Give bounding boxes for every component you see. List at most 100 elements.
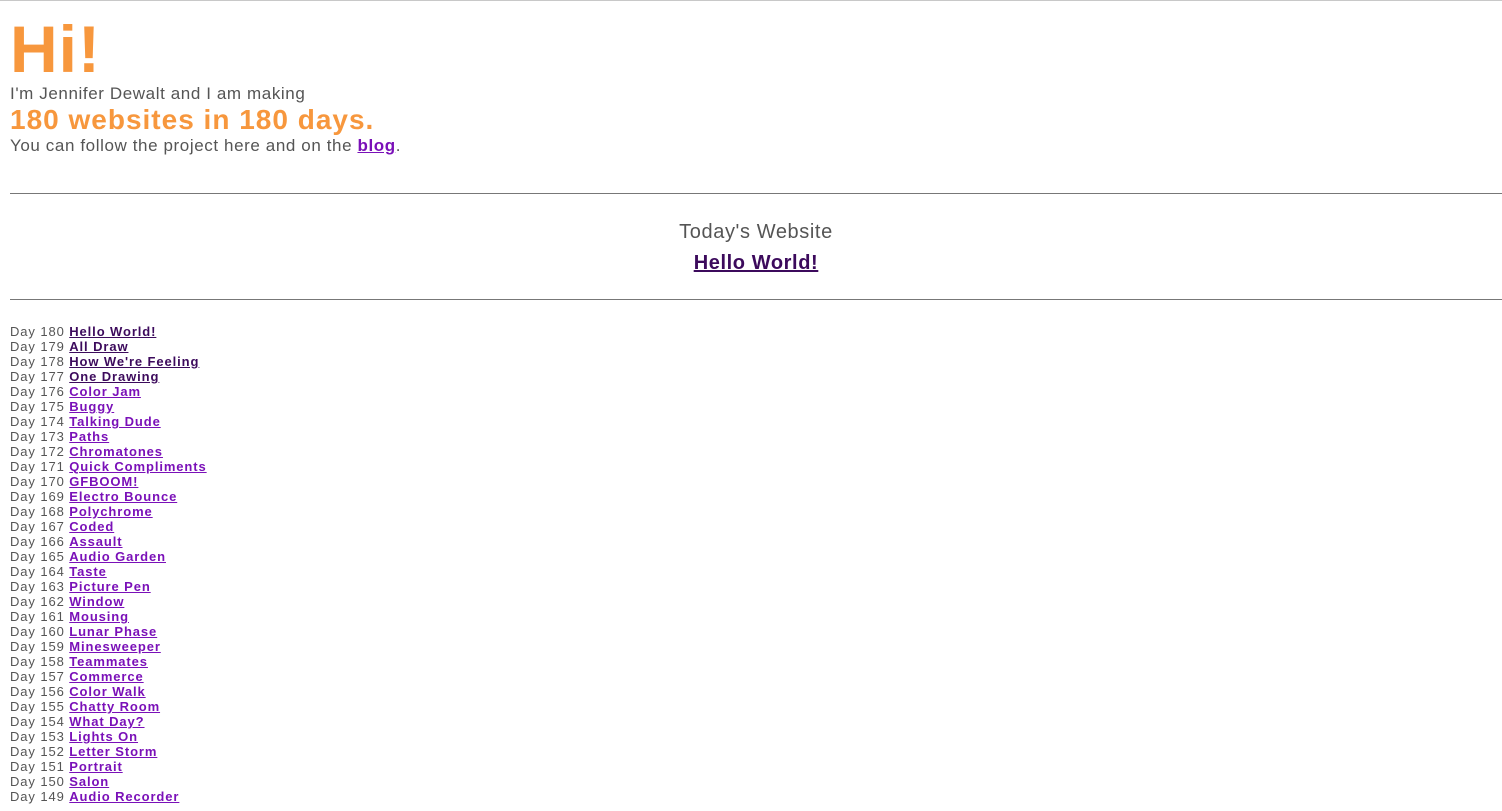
list-item: Day 157 Commerce — [10, 669, 1502, 684]
day-website-link[interactable]: Quick Compliments — [69, 459, 206, 474]
day-number: Day 152 — [10, 744, 65, 759]
day-website-link[interactable]: Chatty Room — [69, 699, 160, 714]
day-website-link[interactable]: Polychrome — [69, 504, 152, 519]
list-item: Day 164 Taste — [10, 564, 1502, 579]
day-number: Day 175 — [10, 399, 65, 414]
day-number: Day 165 — [10, 549, 65, 564]
list-item: Day 171 Quick Compliments — [10, 459, 1502, 474]
day-website-link[interactable]: All Draw — [69, 339, 128, 354]
day-number: Day 158 — [10, 654, 65, 669]
list-item: Day 165 Audio Garden — [10, 549, 1502, 564]
day-website-link[interactable]: One Drawing — [69, 369, 159, 384]
list-item: Day 162 Window — [10, 594, 1502, 609]
day-number: Day 170 — [10, 474, 65, 489]
list-item: Day 163 Picture Pen — [10, 579, 1502, 594]
day-website-link[interactable]: Salon — [69, 774, 109, 789]
day-number: Day 178 — [10, 354, 65, 369]
day-number: Day 161 — [10, 609, 65, 624]
day-number: Day 154 — [10, 714, 65, 729]
day-number: Day 164 — [10, 564, 65, 579]
day-website-link[interactable]: Hello World! — [69, 324, 156, 339]
day-website-link[interactable]: Audio Garden — [69, 549, 166, 564]
list-item: Day 160 Lunar Phase — [10, 624, 1502, 639]
day-number: Day 166 — [10, 534, 65, 549]
day-website-link[interactable]: Taste — [69, 564, 107, 579]
day-website-link[interactable]: Minesweeper — [69, 639, 161, 654]
project-headline: 180 websites in 180 days. — [10, 104, 375, 135]
day-number: Day 179 — [10, 339, 65, 354]
day-number: Day 168 — [10, 504, 65, 519]
list-item: Day 159 Minesweeper — [10, 639, 1502, 654]
day-website-link[interactable]: Lunar Phase — [69, 624, 157, 639]
day-website-link[interactable]: Paths — [69, 429, 109, 444]
day-website-link[interactable]: Teammates — [69, 654, 148, 669]
day-website-link[interactable]: Lights On — [69, 729, 138, 744]
day-number: Day 160 — [10, 624, 65, 639]
day-number: Day 177 — [10, 369, 65, 384]
follow-text: You can follow the project here and on t… — [10, 135, 1502, 157]
day-number: Day 156 — [10, 684, 65, 699]
day-website-link[interactable]: Letter Storm — [69, 744, 157, 759]
day-website-link[interactable]: Color Jam — [69, 384, 141, 399]
day-website-link[interactable]: Color Walk — [69, 684, 145, 699]
day-number: Day 173 — [10, 429, 65, 444]
list-item: Day 177 One Drawing — [10, 369, 1502, 384]
day-number: Day 155 — [10, 699, 65, 714]
list-item: Day 166 Assault — [10, 534, 1502, 549]
list-item: Day 168 Polychrome — [10, 504, 1502, 519]
day-website-link[interactable]: Electro Bounce — [69, 489, 177, 504]
intro-text: I'm Jennifer Dewalt and I am making — [10, 84, 306, 103]
day-website-link[interactable]: Portrait — [69, 759, 122, 774]
day-website-link[interactable]: GFBOOM! — [69, 474, 138, 489]
day-number: Day 157 — [10, 669, 65, 684]
list-item: Day 156 Color Walk — [10, 684, 1502, 699]
list-item: Day 173 Paths — [10, 429, 1502, 444]
day-number: Day 159 — [10, 639, 65, 654]
list-item: Day 172 Chromatones — [10, 444, 1502, 459]
list-item: Day 174 Talking Dude — [10, 414, 1502, 429]
list-item: Day 154 What Day? — [10, 714, 1502, 729]
greeting-heading: Hi! — [10, 12, 101, 86]
day-number: Day 174 — [10, 414, 65, 429]
day-website-link[interactable]: What Day? — [69, 714, 144, 729]
day-website-link[interactable]: Assault — [69, 534, 122, 549]
page: Hi! I'm Jennifer Dewalt and I am making … — [0, 12, 1502, 804]
day-number: Day 153 — [10, 729, 65, 744]
list-item: Day 158 Teammates — [10, 654, 1502, 669]
day-website-link[interactable]: Talking Dude — [69, 414, 160, 429]
list-item: Day 150 Salon — [10, 774, 1502, 789]
day-number: Day 167 — [10, 519, 65, 534]
list-item: Day 167 Coded — [10, 519, 1502, 534]
day-website-link[interactable]: How We're Feeling — [69, 354, 199, 369]
day-number: Day 176 — [10, 384, 65, 399]
day-website-link[interactable]: Picture Pen — [69, 579, 150, 594]
day-number: Day 169 — [10, 489, 65, 504]
day-number: Day 172 — [10, 444, 65, 459]
list-item: Day 175 Buggy — [10, 399, 1502, 414]
divider-bottom — [10, 299, 1502, 300]
day-number: Day 180 — [10, 324, 65, 339]
list-item: Day 149 Audio Recorder — [10, 789, 1502, 804]
blog-link[interactable]: blog — [357, 136, 395, 155]
day-website-link[interactable]: Commerce — [69, 669, 143, 684]
day-website-link[interactable]: Coded — [69, 519, 114, 534]
day-number: Day 171 — [10, 459, 65, 474]
day-number: Day 150 — [10, 774, 65, 789]
list-item: Day 161 Mousing — [10, 609, 1502, 624]
day-number: Day 149 — [10, 789, 65, 804]
follow-text-lead: You can follow the project here and on t… — [10, 136, 358, 155]
day-website-link[interactable]: Mousing — [69, 609, 129, 624]
day-website-link[interactable]: Chromatones — [69, 444, 163, 459]
list-item: Day 178 How We're Feeling — [10, 354, 1502, 369]
list-item: Day 176 Color Jam — [10, 384, 1502, 399]
day-website-link[interactable]: Buggy — [69, 399, 114, 414]
list-item: Day 153 Lights On — [10, 729, 1502, 744]
day-website-link[interactable]: Window — [69, 594, 124, 609]
day-number: Day 151 — [10, 759, 65, 774]
list-item: Day 179 All Draw — [10, 339, 1502, 354]
todays-website-link[interactable]: Hello World! — [694, 251, 819, 275]
days-list: Day 180 Hello World! Day 179 All Draw Day … — [10, 324, 1502, 804]
day-website-link[interactable]: Audio Recorder — [69, 789, 179, 804]
list-item: Day 155 Chatty Room — [10, 699, 1502, 714]
todays-website-label: Today's Website — [679, 221, 833, 243]
